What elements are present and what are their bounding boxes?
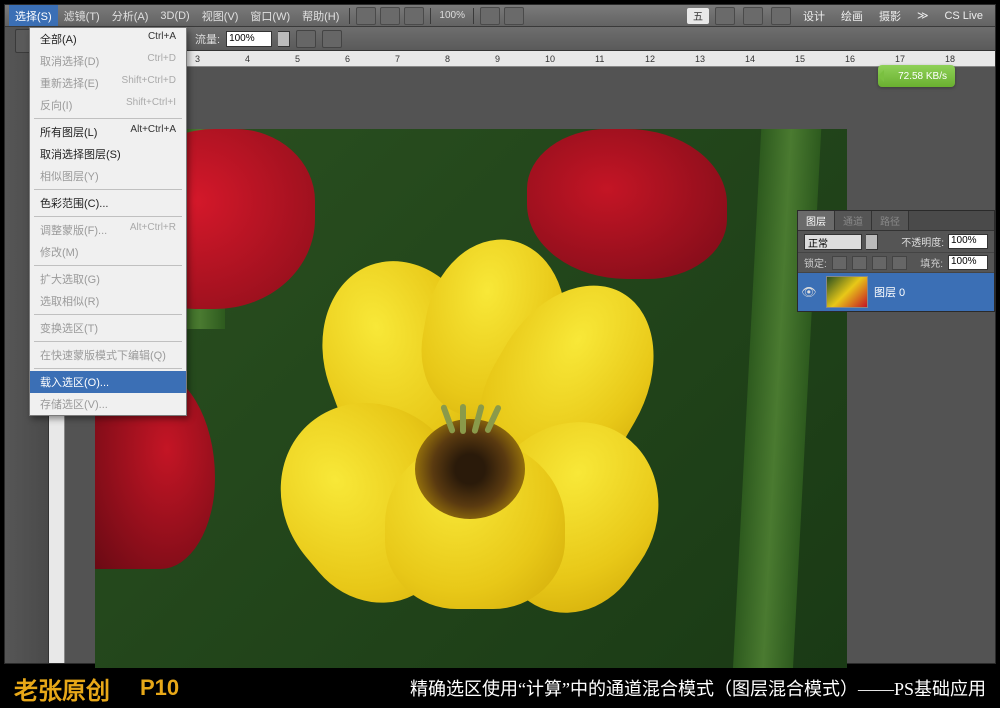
- separator: [430, 8, 431, 24]
- opacity-input[interactable]: 100%: [948, 234, 988, 249]
- lock-transparent-icon[interactable]: [832, 256, 847, 270]
- layers-panel: 图层 通道 路径 正常 不透明度: 100% 锁定: 填充: 100% 👁 图层…: [797, 210, 995, 312]
- ime-indicator[interactable]: 五: [687, 8, 709, 24]
- toolbar-btn[interactable]: [480, 7, 500, 25]
- tab-paths[interactable]: 路径: [872, 211, 909, 230]
- menu-separator: [34, 265, 182, 266]
- airbrush-icon[interactable]: [296, 30, 316, 48]
- fill-label: 填充:: [920, 255, 943, 270]
- menu-item: 扩大选取(G): [30, 268, 186, 290]
- menu-help[interactable]: 帮助(H): [296, 5, 345, 26]
- fill-input[interactable]: 100%: [948, 255, 988, 270]
- link-more[interactable]: ≫: [911, 9, 935, 22]
- toolbar-btn[interactable]: [504, 7, 524, 25]
- toolbar-btn[interactable]: [356, 7, 376, 25]
- menu-item: 反向(I)Shift+Ctrl+I: [30, 94, 186, 116]
- menu-item[interactable]: 取消选择图层(S): [30, 143, 186, 165]
- menu-item: 存储选区(V)...: [30, 393, 186, 415]
- menu-item[interactable]: 所有图层(L)Alt+Ctrl+A: [30, 121, 186, 143]
- flow-input[interactable]: 100%: [226, 31, 272, 47]
- menu-item: 调整蒙版(F)...Alt+Ctrl+R: [30, 219, 186, 241]
- tablet-pressure-icon[interactable]: [322, 30, 342, 48]
- layer-thumbnail[interactable]: [826, 276, 868, 308]
- cs-live[interactable]: CS Live: [938, 10, 989, 22]
- download-speed-badge: 72.58 KB/s: [878, 65, 955, 87]
- panel-tabs: 图层 通道 路径: [798, 211, 994, 231]
- lock-all-icon[interactable]: [892, 256, 907, 270]
- app-window: 选择(S) 滤镜(T) 分析(A) 3D(D) 视图(V) 窗口(W) 帮助(H…: [4, 4, 996, 664]
- menu-bar: 选择(S) 滤镜(T) 分析(A) 3D(D) 视图(V) 窗口(W) 帮助(H…: [5, 5, 995, 27]
- menubar-right: 五 设计 绘画 摄影 ≫ CS Live: [687, 7, 995, 25]
- document-image[interactable]: [95, 129, 847, 673]
- menu-select[interactable]: 选择(S): [9, 5, 58, 26]
- toolbar-btn[interactable]: [771, 7, 791, 25]
- menu-item: 修改(M): [30, 241, 186, 263]
- menu-separator: [34, 216, 182, 217]
- blend-row: 正常 不透明度: 100%: [798, 231, 994, 253]
- link-paint[interactable]: 绘画: [835, 8, 869, 24]
- menu-item[interactable]: 色彩范围(C)...: [30, 192, 186, 214]
- menu-view[interactable]: 视图(V): [196, 5, 245, 26]
- menu-filter[interactable]: 滤镜(T): [58, 5, 106, 26]
- link-design[interactable]: 设计: [797, 8, 831, 24]
- layer-list: 👁 图层 0: [798, 273, 994, 311]
- flow-label: 流量:: [195, 31, 220, 47]
- toolbar-btn[interactable]: [743, 7, 763, 25]
- speed-value: 72.58 KB/s: [898, 71, 947, 82]
- blend-mode-select[interactable]: 正常: [804, 234, 862, 250]
- menu-window[interactable]: 窗口(W): [244, 5, 296, 26]
- menu-item: 在快速蒙版模式下编辑(Q): [30, 344, 186, 366]
- lock-position-icon[interactable]: [872, 256, 887, 270]
- menu-item[interactable]: 载入选区(O)...: [30, 371, 186, 393]
- select-menu-dropdown: 全部(A)Ctrl+A取消选择(D)Ctrl+D重新选择(E)Shift+Ctr…: [29, 27, 187, 416]
- toolbar-btn[interactable]: [404, 7, 424, 25]
- toolbar-btn[interactable]: [715, 7, 735, 25]
- author-brand: 老张原创: [14, 671, 110, 706]
- menu-item: 选取相似(R): [30, 290, 186, 312]
- menu-separator: [34, 189, 182, 190]
- visibility-eye-icon[interactable]: 👁: [798, 285, 820, 299]
- menu-item: 取消选择(D)Ctrl+D: [30, 50, 186, 72]
- caption-text: 精确选区使用“计算”中的通道混合模式（图层混合模式）——PS基础应用: [410, 675, 986, 701]
- zoom-value[interactable]: 100%: [439, 10, 465, 21]
- menu-item: 相似图层(Y): [30, 165, 186, 187]
- menu-separator: [34, 118, 182, 119]
- tab-layers[interactable]: 图层: [798, 211, 835, 230]
- page-number: P10: [140, 675, 179, 701]
- tab-channels[interactable]: 通道: [835, 211, 872, 230]
- layer-row[interactable]: 👁 图层 0: [798, 273, 994, 311]
- menu-analysis[interactable]: 分析(A): [106, 5, 155, 26]
- menu-item: 重新选择(E)Shift+Ctrl+D: [30, 72, 186, 94]
- menu-separator: [34, 341, 182, 342]
- lock-label: 锁定:: [804, 255, 827, 270]
- link-photo[interactable]: 摄影: [873, 8, 907, 24]
- menu-item: 变换选区(T): [30, 317, 186, 339]
- separator: [349, 8, 350, 24]
- dropdown-arrow-icon[interactable]: [866, 234, 878, 250]
- opacity-label: 不透明度:: [901, 234, 944, 249]
- separator: [473, 8, 474, 24]
- caption-bar: 老张原创 P10 精确选区使用“计算”中的通道混合模式（图层混合模式）——PS基…: [0, 668, 1000, 708]
- menu-3d[interactable]: 3D(D): [154, 5, 195, 26]
- ruler-horizontal: 0123456789101112131415161718: [49, 51, 995, 67]
- menu-item[interactable]: 全部(A)Ctrl+A: [30, 28, 186, 50]
- toolbar-btn[interactable]: [380, 7, 400, 25]
- dropdown-arrow-icon[interactable]: [278, 31, 290, 47]
- lock-row: 锁定: 填充: 100%: [798, 253, 994, 273]
- menu-separator: [34, 368, 182, 369]
- lock-pixels-icon[interactable]: [852, 256, 867, 270]
- layer-name[interactable]: 图层 0: [874, 284, 905, 300]
- menu-separator: [34, 314, 182, 315]
